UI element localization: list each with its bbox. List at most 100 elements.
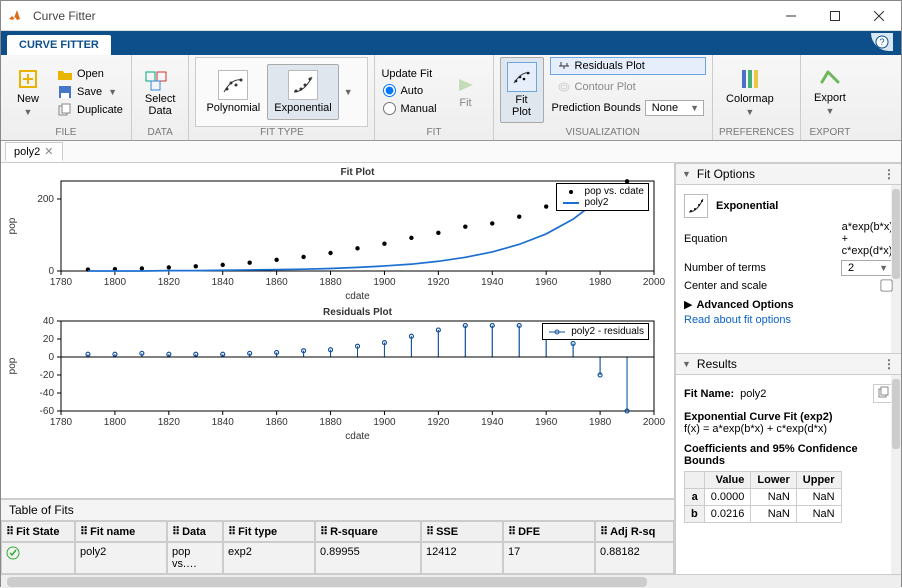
svg-text:1860: 1860: [266, 277, 289, 288]
svg-text:cdate: cdate: [345, 431, 370, 442]
group-label-export: EXPORT: [807, 127, 853, 140]
col-r-square[interactable]: ⠿R-square: [315, 521, 421, 542]
expand-icon: ▶: [684, 298, 692, 311]
fit-state-cell[interactable]: [1, 542, 75, 574]
advanced-options[interactable]: ▶Advanced Options: [684, 298, 893, 311]
fittype-more[interactable]: ▼: [339, 64, 358, 120]
chevron-down-icon: ▼: [22, 107, 35, 117]
svg-text:1840: 1840: [212, 277, 235, 288]
equation-value: a*exp(b*x) + c*exp(d*x): [842, 221, 893, 257]
collapse-icon[interactable]: ▼: [682, 359, 691, 369]
svg-text:200: 200: [37, 194, 54, 205]
document-tabs: poly2 ✕: [1, 141, 901, 163]
window-title: Curve Fitter: [29, 9, 769, 23]
svg-text:1940: 1940: [481, 417, 504, 428]
exponential-icon: [288, 70, 318, 100]
fits-grid: ⠿Fit State ⠿Fit name ⠿Data ⠿Fit type ⠿R-…: [1, 521, 674, 574]
chevron-down-icon: ▼: [342, 87, 355, 97]
doctab-poly2[interactable]: poly2 ✕: [5, 142, 63, 161]
fit-plot-button[interactable]: Fit Plot: [500, 57, 544, 123]
group-label-data: DATA: [138, 127, 183, 140]
col-fit-name[interactable]: ⠿Fit name: [75, 521, 167, 542]
export-button[interactable]: Export ▼: [807, 63, 853, 121]
fittype-exponential[interactable]: Exponential: [267, 64, 339, 120]
right-panels: ▼ Fit Options ⋮ Exponential Equation a*e…: [676, 163, 901, 574]
table-row-ar2[interactable]: 0.88182: [595, 542, 674, 574]
read-about-link[interactable]: Read about fit options: [684, 314, 791, 326]
fit-button[interactable]: Fit: [445, 64, 487, 120]
results-header[interactable]: ▼ Results ⋮: [676, 353, 901, 375]
fit-options-header[interactable]: ▼ Fit Options ⋮: [676, 163, 901, 185]
col-data[interactable]: ⠿Data: [167, 521, 223, 542]
chevron-down-icon: ▼: [877, 263, 890, 273]
copy-icon[interactable]: [873, 384, 893, 403]
svg-text:1960: 1960: [535, 417, 558, 428]
collapse-icon[interactable]: ▼: [682, 169, 691, 179]
svg-text:1800: 1800: [104, 277, 127, 288]
scrollbar[interactable]: [891, 375, 901, 574]
group-label-prefs: PREFERENCES: [719, 127, 794, 140]
new-label: New: [17, 93, 39, 105]
ribbon: New ▼ Open Save▼ Duplicate FILE Select D…: [1, 55, 901, 141]
col-sse[interactable]: ⠿SSE: [421, 521, 503, 542]
table-row-data[interactable]: pop vs.…: [167, 542, 223, 574]
col-dfe[interactable]: ⠿DFE: [503, 521, 595, 542]
residuals-plot-button[interactable]: Residuals Plot: [550, 57, 707, 75]
svg-text:1860: 1860: [266, 417, 289, 428]
coef-row: a0.0000NaNNaN: [685, 489, 842, 506]
menu-icon[interactable]: ⋮: [883, 167, 895, 181]
select-data-button[interactable]: Select Data: [138, 62, 183, 122]
scrollbar[interactable]: [891, 185, 901, 353]
auto-radio[interactable]: Auto: [381, 83, 438, 98]
svg-text:cdate: cdate: [345, 291, 370, 302]
svg-text:2000: 2000: [643, 417, 666, 428]
svg-text:2000: 2000: [643, 277, 666, 288]
svg-text:1900: 1900: [373, 417, 396, 428]
colormap-button[interactable]: Colormap ▼: [719, 62, 781, 122]
svg-text:pop: pop: [7, 217, 18, 234]
svg-text:1900: 1900: [373, 277, 396, 288]
table-row-sse[interactable]: 12412: [421, 542, 503, 574]
col-fit-state[interactable]: ⠿Fit State: [1, 521, 75, 542]
table-row-name[interactable]: poly2: [75, 542, 167, 574]
group-preferences: Colormap ▼ PREFERENCES: [713, 55, 801, 140]
prediction-bounds-select[interactable]: None▼: [645, 100, 704, 116]
fittype-polynomial[interactable]: Polynomial: [199, 64, 267, 120]
group-visualization: Fit Plot Residuals Plot Contour Plot Pre…: [494, 55, 714, 140]
plot-column: Fit Plot17801800182018401860188019001920…: [1, 163, 676, 574]
svg-text:1880: 1880: [319, 417, 342, 428]
table-row-dfe[interactable]: 17: [503, 542, 595, 574]
help-icon[interactable]: ?: [871, 33, 893, 51]
titlebar: Curve Fitter: [1, 1, 901, 31]
close-icon[interactable]: ✕: [44, 145, 53, 158]
tab-curve-fitter[interactable]: CURVE FITTER: [7, 35, 111, 55]
chevron-down-icon: ▼: [743, 107, 756, 117]
new-button[interactable]: New ▼: [7, 62, 49, 122]
duplicate-button[interactable]: Duplicate: [55, 102, 125, 118]
svg-text:-60: -60: [40, 406, 55, 417]
minimize-button[interactable]: [769, 2, 813, 30]
close-button[interactable]: [857, 2, 901, 30]
col-adj-rsq[interactable]: ⠿Adj R-sq: [595, 521, 674, 542]
svg-text:?: ?: [879, 37, 884, 47]
contour-plot-button[interactable]: Contour Plot: [550, 78, 707, 96]
svg-text:1960: 1960: [535, 277, 558, 288]
save-button[interactable]: Save▼: [55, 84, 125, 100]
manual-radio[interactable]: Manual: [381, 101, 438, 116]
menu-icon[interactable]: ⋮: [883, 357, 895, 371]
col-fit-type[interactable]: ⠿Fit type: [223, 521, 315, 542]
open-button[interactable]: Open: [55, 66, 125, 82]
svg-text:40: 40: [43, 316, 55, 327]
svg-text:1840: 1840: [212, 417, 235, 428]
table-row-r2[interactable]: 0.89955: [315, 542, 421, 574]
polynomial-icon: [218, 70, 248, 100]
matlab-logo-icon: [1, 8, 29, 24]
svg-text:Residuals Plot: Residuals Plot: [323, 307, 393, 318]
table-row-type[interactable]: exp2: [223, 542, 315, 574]
nterms-select[interactable]: 2▼: [841, 260, 893, 276]
horizontal-scrollbar[interactable]: [1, 574, 901, 588]
svg-text:-20: -20: [40, 370, 55, 381]
center-scale-checkbox[interactable]: [880, 279, 892, 291]
maximize-button[interactable]: [813, 2, 857, 30]
svg-text:1940: 1940: [481, 277, 504, 288]
